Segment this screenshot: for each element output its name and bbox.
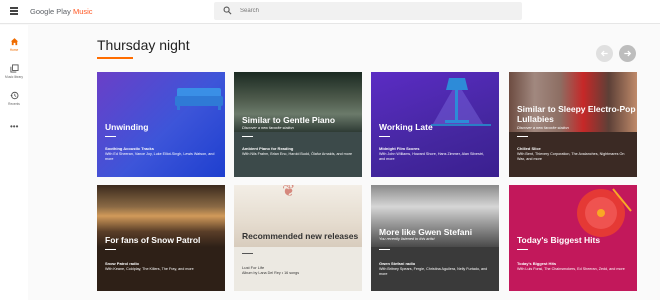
card-description: With Bent, Thievery Corporation, The Ava… [517, 152, 625, 161]
card-description: With Britney Spears, Fergie, Christina A… [379, 267, 488, 276]
card-working-late[interactable]: Working Late Midnight Film Scores With J… [371, 72, 499, 177]
card-divider [242, 253, 253, 254]
card-similar-sleepy-electro-pop[interactable]: Similar to Sleepy Electro-Pop Lullabies … [509, 72, 637, 177]
recents-icon [9, 91, 18, 100]
card-divider [105, 249, 116, 250]
card-station: Chilled Slice [517, 146, 541, 151]
card-similar-gentle-piano[interactable]: Similar to Gentle Piano Discover a new f… [234, 72, 362, 177]
card-subtitle: You recently listened to this artist [379, 237, 435, 241]
card-divider [517, 136, 528, 137]
search-icon[interactable] [223, 6, 232, 15]
card-title: Recommended new releases [242, 231, 359, 241]
card-title: Unwinding [105, 122, 149, 132]
card-album-name: Lust For Life [242, 265, 265, 270]
logo-text: Google Play [30, 7, 73, 16]
card-divider [517, 249, 528, 250]
next-button[interactable] [619, 45, 636, 62]
card-subtitle: Discover a new favorite station [242, 126, 294, 130]
card-divider [379, 249, 390, 250]
card-title: Similar to Sleepy Electro-Pop Lullabies [517, 104, 636, 124]
card-description: Album by Lana Del Rey • 16 songs [242, 271, 300, 275]
menu-icon[interactable] [10, 7, 18, 15]
card-more-like-gwen-stefani[interactable]: More like Gwen Stefani You recently list… [371, 185, 499, 291]
sidebar-item-music-library[interactable]: Music library [0, 64, 28, 79]
card-station: Soothing Acoustic Tracks [105, 146, 154, 151]
title-underline [97, 57, 133, 59]
sidebar-item-label: Home [9, 48, 19, 52]
sidebar-item-label: Music library [5, 75, 23, 79]
card-unwinding[interactable]: Unwinding Soothing Acoustic Tracks With … [97, 72, 225, 177]
card-divider [242, 136, 253, 137]
search-bar[interactable] [214, 2, 522, 20]
card-station: Ambient Piano for Reading [242, 146, 294, 151]
card-title: Today's Biggest Hits [517, 235, 601, 245]
card-description: With Keane, Coldplay, The Killers, The F… [105, 267, 194, 271]
app-logo[interactable]: Google Play Music [30, 7, 93, 16]
library-icon [9, 64, 19, 73]
home-icon [10, 38, 18, 46]
album-art-lettering: ❦ [282, 185, 296, 200]
sidebar: Home Music library Recents ••• [0, 25, 28, 300]
previous-button[interactable] [596, 45, 613, 62]
card-todays-biggest-hits[interactable]: Today's Biggest Hits Today's Biggest Hit… [509, 185, 637, 291]
sidebar-item-recents[interactable]: Recents [0, 91, 28, 106]
sidebar-item-home[interactable]: Home [0, 37, 28, 52]
card-title: Working Late [379, 122, 433, 132]
card-station: Snow Patrol radio [105, 261, 140, 266]
card-title: More like Gwen Stefani [379, 227, 473, 237]
card-divider [379, 136, 390, 137]
section-title: Thursday night [97, 37, 190, 53]
card-title: For fans of Snow Patrol [105, 235, 201, 245]
card-description: With Ed Sheeran, Vance Joy, Luke Elliot-… [105, 152, 215, 161]
card-station: Midnight Film Scores [379, 146, 420, 151]
top-bar: Google Play Music [0, 0, 660, 24]
card-fans-of-snow-patrol[interactable]: For fans of Snow Patrol Snow Patrol radi… [97, 185, 225, 291]
card-divider [105, 136, 116, 137]
logo-accent: Music [72, 7, 93, 16]
card-recommended-new-releases[interactable]: ❦ Recommended new releases Lust For Life… [234, 185, 362, 291]
card-description: With John Williams, Howard Shore, Hans Z… [379, 152, 484, 161]
card-title: Similar to Gentle Piano [242, 115, 336, 125]
search-input[interactable] [240, 4, 510, 18]
couch-illustration [175, 88, 223, 110]
card-station: Gwen Stefani radio [379, 261, 416, 266]
sidebar-item-label: Recents [8, 102, 20, 106]
arrow-left-icon [600, 50, 608, 57]
card-description: With Nils Frahm, Brian Eno, Harold Budd,… [242, 152, 353, 156]
card-station: Today's Biggest Hits [517, 261, 557, 266]
more-icon[interactable]: ••• [10, 123, 19, 131]
card-description: With Luis Fonsi, The Chainsmokers, Ed Sh… [517, 267, 625, 271]
card-subtitle: Discover a new favorite station [517, 126, 569, 130]
arrow-right-icon [624, 50, 632, 57]
